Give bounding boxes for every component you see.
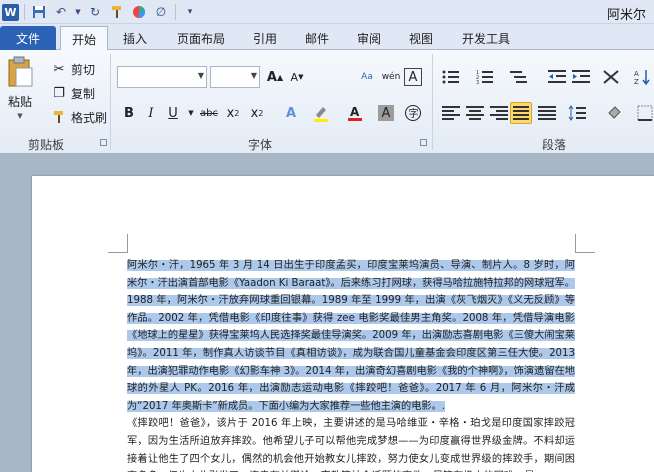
document-body[interactable]: 阿米尔・汗，1965 年 3 月 14 日出生于印度孟买，印度宝莱坞演员、导演、…: [127, 257, 575, 472]
crop-mark: [127, 234, 128, 252]
cut-label: 剪切: [71, 62, 96, 77]
ribbon-tabs: 文件 开始 插入 页面布局 引用 邮件 审阅 视图 开发工具: [0, 24, 654, 51]
character-shading-icon[interactable]: A: [378, 105, 394, 121]
title-bar: W ↶ ▼ ↻ ∅ ▾ 阿米尔: [0, 0, 654, 24]
borders-icon[interactable]: [634, 102, 654, 124]
divider: [175, 4, 176, 20]
clear-format-icon[interactable]: ∅: [152, 3, 170, 21]
svg-text:A: A: [634, 70, 639, 78]
user-name[interactable]: 阿米尔: [607, 4, 646, 23]
svg-text:3: 3: [476, 80, 479, 85]
tab-file[interactable]: 文件: [0, 26, 56, 50]
tab-references[interactable]: 引用: [244, 26, 286, 50]
highlight-icon[interactable]: [310, 102, 332, 124]
font-color-icon[interactable]: A: [344, 102, 366, 124]
tab-home[interactable]: 开始: [60, 26, 108, 51]
paragraph-group-label: 段落: [542, 138, 567, 152]
tab-insert[interactable]: 插入: [112, 26, 158, 50]
copy-icon: ❐: [53, 85, 65, 101]
format-painter-label: 格式刷: [71, 110, 108, 125]
save-icon[interactable]: [30, 3, 48, 21]
decrease-indent-icon[interactable]: [546, 66, 568, 88]
divider: [110, 54, 111, 150]
clipboard-launcher-icon[interactable]: [100, 139, 107, 146]
tab-page-layout[interactable]: 页面布局: [168, 26, 234, 50]
format-painter-qat-icon[interactable]: [108, 3, 126, 21]
tab-mailings[interactable]: 邮件: [296, 26, 338, 50]
crop-mark: [575, 252, 595, 253]
quick-access-toolbar: W ↶ ▼ ↻ ∅ ▾: [2, 2, 199, 22]
divider: [24, 4, 25, 20]
scissors-icon: ✂: [53, 61, 65, 77]
numbering-icon[interactable]: 123: [474, 66, 496, 88]
document-page[interactable]: 阿米尔・汗，1965 年 3 月 14 日出生于印度孟买，印度宝莱坞演员、导演、…: [32, 176, 654, 472]
clipboard-icon: [6, 56, 34, 91]
format-painter-button[interactable]: 格式刷: [50, 108, 107, 126]
document-area: 阿米尔・汗，1965 年 3 月 14 日出生于印度孟买，印度宝莱坞演员、导演、…: [0, 155, 654, 472]
line-spacing-icon[interactable]: [566, 102, 588, 124]
tab-review[interactable]: 审阅: [348, 26, 390, 50]
text-effects-icon[interactable]: A: [280, 102, 302, 124]
redo-icon[interactable]: ↻: [86, 3, 104, 21]
svg-text:A: A: [350, 105, 360, 119]
customize-toolbar-icon[interactable]: ▾: [181, 3, 199, 21]
svg-text:字: 字: [409, 107, 419, 120]
enclose-characters-icon[interactable]: 字: [402, 102, 424, 124]
copy-label: 复制: [71, 86, 96, 101]
change-case-icon[interactable]: Aa: [356, 66, 378, 88]
grow-font-icon[interactable]: A ▲: [264, 66, 286, 88]
brush-icon: [50, 108, 68, 126]
font-group-label: 字体: [248, 138, 273, 152]
cut-button[interactable]: ✂ 剪切: [50, 60, 95, 78]
strikethrough-icon[interactable]: abc: [198, 102, 220, 124]
shading-icon[interactable]: [604, 102, 626, 124]
align-center-icon[interactable]: [464, 102, 486, 124]
ribbon-home: 粘贴 ▼ ✂ 剪切 ❐ 复制 格式刷 剪贴板 ▼ ▼ A ▲ A ▼ Aa wén …: [0, 50, 654, 154]
divider: [432, 54, 433, 150]
distributed-align-icon[interactable]: [536, 102, 558, 124]
color-wheel-icon[interactable]: [130, 3, 148, 21]
bold-icon[interactable]: B: [118, 102, 140, 124]
dropdown-arrow-icon[interactable]: ▼: [74, 3, 82, 21]
crop-mark: [575, 234, 576, 252]
paste-button[interactable]: 粘贴 ▼: [6, 56, 34, 120]
increase-indent-icon[interactable]: [570, 66, 592, 88]
tab-view[interactable]: 视图: [400, 26, 442, 50]
svg-text:Z: Z: [634, 78, 639, 85]
paste-label: 粘贴: [7, 95, 32, 109]
character-border-icon[interactable]: A: [404, 68, 422, 86]
multilevel-list-icon[interactable]: [508, 66, 530, 88]
sort-icon[interactable]: AZ: [632, 66, 654, 88]
chinese-layout-icon[interactable]: [600, 66, 622, 88]
subscript-icon[interactable]: x2: [222, 102, 244, 124]
font-launcher-icon[interactable]: [420, 139, 427, 146]
phonetic-guide-icon[interactable]: wén: [380, 66, 402, 88]
align-right-icon[interactable]: [488, 102, 510, 124]
selected-text[interactable]: 阿米尔・汗，1965 年 3 月 14 日出生于印度孟买，印度宝莱坞演员、导演、…: [127, 260, 575, 412]
undo-icon[interactable]: ↶: [52, 3, 70, 21]
tab-developer[interactable]: 开发工具: [452, 26, 520, 50]
clipboard-group-label: 剪贴板: [28, 138, 65, 152]
align-left-icon[interactable]: [440, 102, 462, 124]
paste-dropdown-icon[interactable]: ▼: [17, 112, 22, 120]
italic-icon[interactable]: I: [140, 102, 162, 124]
chevron-down-icon: ▼: [197, 71, 204, 80]
font-name-combo[interactable]: ▼: [117, 66, 207, 88]
font-size-combo[interactable]: ▼: [210, 66, 260, 88]
crop-mark: [108, 252, 128, 253]
bullets-icon[interactable]: [440, 66, 462, 88]
paragraph-selected[interactable]: 阿米尔・汗，1965 年 3 月 14 日出生于印度孟买，印度宝莱坞演员、导演、…: [127, 257, 575, 415]
paragraph[interactable]: 《摔跤吧！爸爸》，该片于 2016 年上映，主要讲述的是马哈维亚・辛格・珀戈是印…: [127, 415, 575, 472]
superscript-icon[interactable]: x2: [246, 102, 268, 124]
justify-icon[interactable]: [510, 102, 532, 124]
word-logo-icon[interactable]: W: [2, 3, 19, 21]
chevron-down-icon: ▼: [250, 71, 257, 80]
shrink-font-icon[interactable]: A ▼: [286, 66, 308, 88]
copy-button[interactable]: ❐ 复制: [50, 84, 95, 102]
